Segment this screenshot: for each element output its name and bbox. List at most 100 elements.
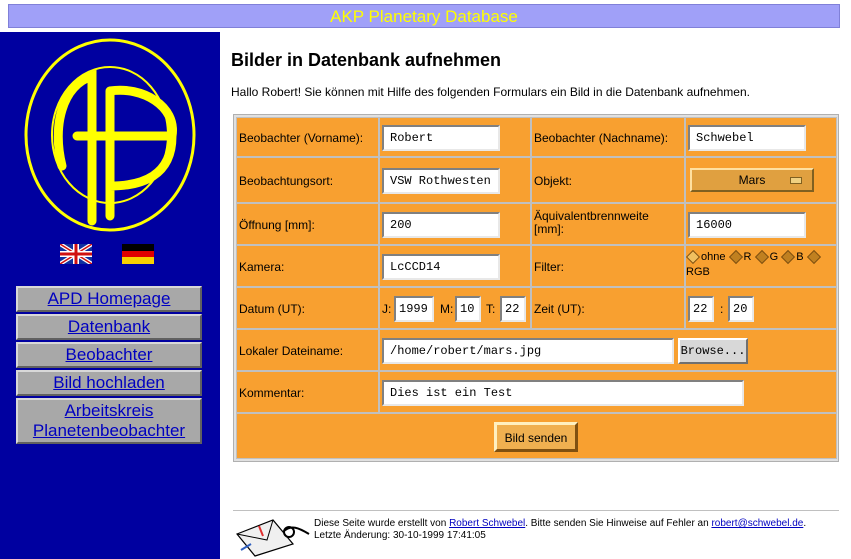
object-label: Objekt: — [534, 174, 573, 188]
comment-cell: Dies ist ein Test — [379, 371, 837, 413]
nav-link-label[interactable]: APD Homepage — [48, 289, 171, 308]
camera-label-cell: Kamera: — [236, 245, 379, 287]
last-name-label: Beobachter (Nachname): — [534, 131, 669, 145]
filter-radio-ohne[interactable]: ohne — [685, 250, 726, 265]
time-cell: 22 : 20 — [685, 287, 837, 329]
last-name-input[interactable]: Schwebel — [688, 125, 806, 151]
object-cell: Mars — [685, 157, 837, 203]
focal-input[interactable]: 16000 — [688, 212, 806, 238]
focal-label-cell: Äquivalentbrennweite [mm]: — [531, 203, 685, 245]
nav-item-beobachter[interactable]: Beobachter — [16, 342, 202, 368]
last-name-label-cell: Beobachter (Nachname): — [531, 117, 685, 157]
nav-item-apd-homepage[interactable]: APD Homepage — [16, 286, 202, 312]
time-separator: : — [720, 302, 724, 316]
time-label-cell: Zeit (UT): — [531, 287, 685, 329]
nav-item-datenbank[interactable]: Datenbank — [16, 314, 202, 340]
submit-cell: Bild senden — [236, 413, 837, 459]
comment-label-cell: Kommentar: — [236, 371, 379, 413]
month-input[interactable]: 10 — [455, 296, 481, 322]
last-name-cell: Schwebel — [685, 117, 837, 157]
mail-envelope-icon — [236, 519, 310, 557]
radio-icon[interactable] — [806, 250, 821, 265]
email-link[interactable]: robert@schwebel.de — [711, 518, 803, 529]
camera-input[interactable]: LcCCD14 — [382, 254, 500, 280]
filter-option-label: RGB — [686, 266, 710, 278]
footer-text: . Bitte senden Sie Hinweise auf Fehler a… — [525, 518, 712, 529]
sidebar: APD Homepage Datenbank Beobachter Bild h… — [0, 32, 220, 559]
filter-option-label: R — [743, 251, 752, 263]
aperture-cell: 200 — [379, 203, 531, 245]
focal-label: Äquivalentbrennweite [mm]: — [534, 209, 649, 236]
filter-option-label: B — [796, 251, 804, 263]
comment-input[interactable]: Dies ist ein Test — [382, 380, 744, 406]
filter-radio-r[interactable]: R — [728, 250, 752, 265]
day-input[interactable]: 22 — [500, 296, 526, 322]
object-select[interactable]: Mars — [690, 168, 814, 192]
last-changed: Letzte Änderung: 30-10-1999 17:41:05 — [314, 530, 486, 541]
filter-label: Filter: — [534, 260, 564, 274]
radio-selected-icon[interactable] — [685, 250, 701, 265]
object-label-cell: Objekt: — [531, 157, 685, 203]
object-select-value: Mars — [738, 173, 766, 187]
nav-item-bild-hochladen[interactable]: Bild hochladen — [16, 370, 202, 396]
file-cell: /home/robert/mars.jpg Browse... — [379, 329, 837, 371]
camera-label: Kamera: — [239, 260, 285, 274]
browse-button[interactable]: Browse... — [678, 338, 748, 364]
date-label: Datum (UT): — [239, 302, 305, 316]
page-footer: Diese Seite wurde erstellt von Robert Sc… — [314, 518, 844, 542]
author-link[interactable]: Robert Schwebel — [449, 518, 525, 529]
page-title: Bilder in Datenbank aufnehmen — [231, 50, 502, 70]
akp-logo — [24, 38, 196, 232]
nav-link-label[interactable]: Bild hochladen — [53, 373, 165, 392]
focal-cell: 16000 — [685, 203, 837, 245]
nav-item-arbeitskreis[interactable]: Arbeitskreis Planetenbeobachter — [16, 398, 202, 444]
filter-radio-g[interactable]: G — [754, 250, 779, 265]
nav-link-label[interactable]: Datenbank — [68, 317, 150, 336]
date-label-cell: Datum (UT): — [236, 287, 379, 329]
location-input[interactable]: VSW Rothwesten — [382, 168, 500, 194]
aperture-label-cell: Öffnung [mm]: — [236, 203, 379, 245]
year-label: J: — [382, 302, 392, 316]
page-banner: AKP Planetary Database — [8, 4, 840, 28]
file-label-cell: Lokaler Dateiname: — [236, 329, 379, 371]
footer-text: Diese Seite wurde erstellt von — [314, 518, 450, 529]
first-name-input[interactable]: Robert — [382, 125, 500, 151]
nav-link-label[interactable]: Beobachter — [66, 345, 153, 364]
filter-cell: ohne R G B RGB — [685, 245, 837, 287]
camera-cell: LcCCD14 — [379, 245, 531, 287]
day-label: T: — [486, 302, 496, 316]
file-label: Lokaler Dateiname: — [239, 344, 344, 358]
radio-icon[interactable] — [781, 250, 796, 265]
submit-button[interactable]: Bild senden — [494, 422, 578, 452]
minute-input[interactable]: 20 — [728, 296, 754, 322]
radio-icon[interactable] — [728, 250, 743, 265]
first-name-label-cell: Beobachter (Vorname): — [236, 117, 379, 157]
location-cell: VSW Rothwesten — [379, 157, 531, 203]
de-flag-icon[interactable] — [122, 244, 154, 264]
comment-label: Kommentar: — [239, 386, 305, 400]
filter-radio-b[interactable]: B — [781, 250, 804, 265]
month-label: M: — [440, 302, 454, 316]
aperture-input[interactable]: 200 — [382, 212, 500, 238]
footer-divider — [233, 510, 839, 511]
time-label: Zeit (UT): — [534, 302, 585, 316]
filter-option-label: ohne — [701, 251, 726, 263]
sidebar-nav: APD Homepage Datenbank Beobachter Bild h… — [16, 286, 202, 446]
date-cell: J: 1999 M: 10 T: 22 — [379, 287, 531, 329]
hour-input[interactable]: 22 — [688, 296, 714, 322]
dropdown-indicator-icon — [790, 177, 802, 184]
location-label: Beobachtungsort: — [239, 174, 334, 188]
location-label-cell: Beobachtungsort: — [236, 157, 379, 203]
radio-icon[interactable] — [754, 250, 769, 265]
upload-form: Beobachter (Vorname): Robert Beobachter … — [233, 114, 839, 462]
year-input[interactable]: 1999 — [394, 296, 434, 322]
file-path-input[interactable]: /home/robert/mars.jpg — [382, 338, 674, 364]
main-content: Bilder in Datenbank aufnehmen Hallo Robe… — [231, 32, 841, 99]
filter-label-cell: Filter: — [531, 245, 685, 287]
filter-option-label: G — [769, 251, 779, 263]
uk-flag-icon[interactable] — [60, 244, 92, 264]
filter-radio-group: ohne R G B RGB — [685, 250, 836, 280]
nav-link-label[interactable]: Arbeitskreis Planetenbeobachter — [33, 401, 185, 440]
first-name-label: Beobachter (Vorname): — [239, 131, 364, 145]
footer-text: . — [803, 518, 807, 529]
